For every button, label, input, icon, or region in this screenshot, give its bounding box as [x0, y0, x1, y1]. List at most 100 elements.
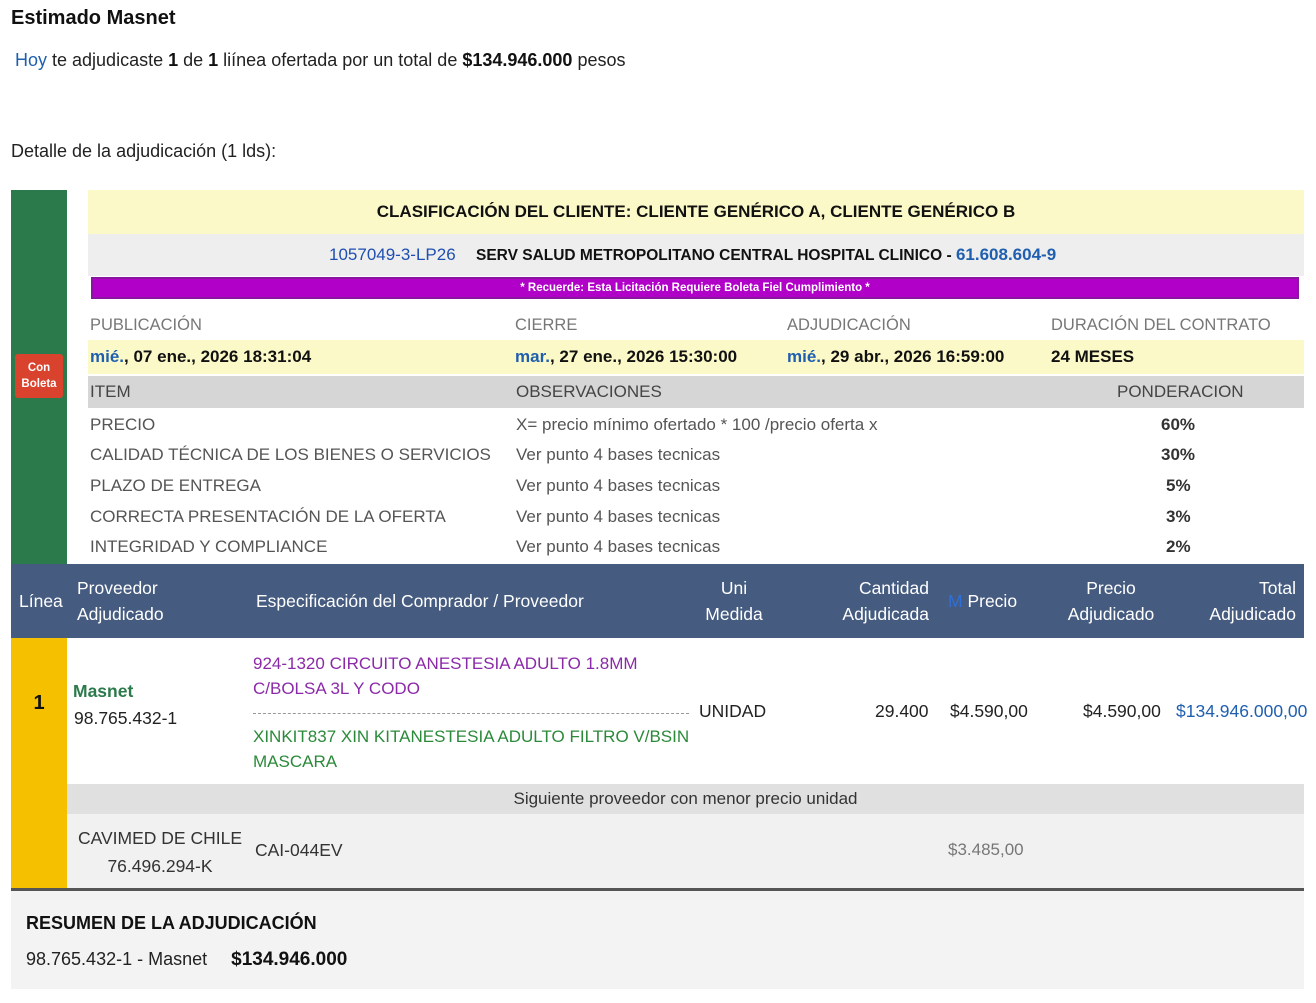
summary-text: liínea ofertada por un total de — [218, 50, 463, 70]
col-cantidad: Cantidad Adjudicada — [831, 575, 929, 627]
buyer-organization: SERV SALUD METROPOLITANO CENTRAL HOSPITA… — [476, 234, 1056, 277]
table-row: Masnet 98.765.432-1 924-1320 CIRCUITO AN… — [67, 638, 1307, 784]
provider-specification: XINKIT837 XIN KITANESTESIA ADULTO FILTRO… — [253, 727, 690, 771]
criteria-item: INTEGRIDAD Y COMPLIANCE — [90, 537, 328, 556]
buyer-specification: 924-1320 CIRCUITO ANESTESIA ADULTO 1.8MM… — [253, 654, 638, 698]
next-provider-header: Siguiente proveedor con menor precio uni… — [67, 784, 1304, 814]
criteria-header: ITEM OBSERVACIONES PONDERACION — [88, 376, 1304, 408]
contract-duration: 24 MESES — [1051, 347, 1135, 366]
award-summary-box: RESUMEN DE LA ADJUDICACIÓN 98.765.432-1 … — [11, 891, 1304, 989]
criteria-pond: 30% — [1161, 445, 1196, 464]
date-publicacion: mié., 07 ene., 2026 18:31:04 — [90, 340, 311, 374]
tender-code-link[interactable]: 1057049-3-LP26 — [329, 234, 456, 276]
criteria-pond: 2% — [1166, 537, 1191, 556]
line-bar — [11, 638, 67, 890]
awarded-total: $134.946.000 — [462, 50, 573, 70]
header-text: Total — [1259, 578, 1296, 598]
currency-marker: M — [948, 591, 963, 611]
weekday: mié. — [90, 347, 125, 366]
boleta-badge: Con Boleta — [15, 354, 63, 398]
separator: - — [942, 247, 956, 264]
label-cierre: CIERRE — [515, 316, 578, 334]
next-provider-rut: 76.496.294-K — [107, 856, 213, 876]
header-text: Adjudicado — [1209, 604, 1296, 624]
col-unidad: Uni Medida — [704, 575, 764, 627]
date-text: , 07 ene., 2026 18:31:04 — [124, 347, 312, 366]
criteria-obs: X= precio mínimo ofertado * 100 /precio … — [516, 415, 878, 434]
badge-text: Con — [27, 362, 51, 374]
header-text: Proveedor — [77, 578, 158, 598]
col-total: Total Adjudicado — [1196, 575, 1296, 627]
date-cierre: mar., 27 ene., 2026 15:30:00 — [515, 340, 737, 374]
label-adjudicacion: ADJUDICACIÓN — [787, 316, 911, 334]
next-provider-row: CAVIMED DE CHILE 76.496.294-K CAI-044EV $… — [67, 814, 1304, 890]
header-text: Adjudicado — [77, 604, 164, 624]
criteria-row: PLAZO DE ENTREGA Ver punto 4 bases tecni… — [88, 471, 1304, 501]
award-card: Con Boleta CLASIFICACIÓN DEL CLIENTE: CLI… — [11, 190, 1307, 890]
summary-provider: 98.765.432-1 - Masnet — [26, 949, 208, 969]
col-especificacion: Especificación del Comprador / Proveedor — [256, 591, 584, 611]
col-proveedor: Proveedor Adjudicado — [77, 575, 164, 627]
award-table-header: Línea Proveedor Adjudicado Especificación… — [11, 564, 1304, 638]
dates-labels: PUBLICACIÓN CIERRE ADJUDICACIÓN DURACIÓN… — [88, 310, 1304, 340]
org-rut: 61.608.604-9 — [955, 245, 1057, 264]
criteria-item: PLAZO DE ENTREGA — [90, 476, 261, 495]
header-text: Precio — [1086, 578, 1136, 598]
date-text: , 27 ene., 2026 15:30:00 — [549, 347, 738, 366]
offered-count: 1 — [208, 50, 219, 70]
today-link[interactable]: Hoy — [15, 50, 47, 70]
criteria-item: CORRECTA PRESENTACIÓN DE LA OFERTA — [90, 507, 446, 526]
badge-text: Boleta — [21, 378, 57, 390]
header-text: Adjudicada — [842, 604, 929, 624]
tender-header: 1057049-3-LP26 SERV SALUD METROPOLITANO … — [88, 234, 1304, 276]
label-duracion: DURACIÓN DEL CONTRATO — [1051, 316, 1271, 334]
award-summary: Hoy te adjudicaste 1 de 1 liínea ofertad… — [15, 50, 625, 71]
label-publicacion: PUBLICACIÓN — [90, 316, 202, 334]
criteria-obs: Ver punto 4 bases tecnicas — [516, 537, 721, 556]
criteria-obs: Ver punto 4 bases tecnicas — [516, 476, 721, 495]
client-classification: CLASIFICACIÓN DEL CLIENTE: CLIENTE GENÉR… — [88, 190, 1304, 234]
next-provider-code: CAI-044EV — [255, 840, 343, 860]
summary-text: de — [178, 50, 209, 70]
criteria-row: INTEGRIDAD Y COMPLIANCE Ver punto 4 base… — [88, 532, 1304, 562]
weekday: mié. — [787, 347, 822, 366]
criteria-pond: 3% — [1166, 507, 1191, 526]
spec-divider — [253, 713, 689, 714]
next-provider-name: CAVIMED DE CHILE 76.496.294-K — [67, 824, 253, 880]
summary-title: RESUMEN DE LA ADJUDICACIÓN — [26, 913, 317, 933]
next-name-text: CAVIMED DE CHILE — [77, 828, 242, 848]
greeting-title: Estimado Masnet — [11, 7, 176, 29]
criteria-obs: Ver punto 4 bases tecnicas — [516, 445, 721, 464]
col-precio: M Precio — [948, 588, 1017, 614]
summary-text: te adjudicaste — [47, 50, 169, 70]
header-text: Uni — [720, 578, 748, 598]
col-precio-adjudicado: Precio Adjudicado — [1061, 575, 1161, 627]
dates-values: mié., 07 ene., 2026 18:31:04 mar., 27 en… — [88, 340, 1304, 374]
date-text: , 29 abr., 2026 16:59:00 — [821, 347, 1005, 366]
provider-name: Masnet — [73, 681, 134, 701]
unit-measure: UNIDAD — [699, 701, 767, 721]
criteria-pond: 60% — [1161, 415, 1196, 434]
summary-line: 98.765.432-1 - Masnet $134.946.000 — [26, 949, 347, 971]
awarded-price: $4.590,00 — [1083, 701, 1161, 721]
header-text: Cantidad — [858, 578, 929, 598]
header-text: Adjudicado — [1067, 604, 1155, 624]
criteria-row: CALIDAD TÉCNICA DE LOS BIENES O SERVICIO… — [88, 440, 1304, 470]
criteria-item-header: ITEM — [90, 382, 131, 401]
status-bar: Con Boleta — [11, 190, 67, 564]
date-adjudicacion: mié., 29 abr., 2026 16:59:00 — [787, 340, 1004, 374]
criteria-row: PRECIO X= precio mínimo ofertado * 100 /… — [88, 410, 1304, 440]
awarded-total-link[interactable]: $134.946.000,00 — [1176, 701, 1307, 722]
summary-text: pesos — [572, 50, 626, 70]
line-number: 1 — [33, 692, 45, 714]
org-name: SERV SALUD METROPOLITANO CENTRAL HOSPITA… — [476, 247, 943, 264]
detail-heading: Detalle de la adjudicación (1 lds): — [11, 141, 277, 161]
header-text: Precio — [967, 591, 1018, 611]
criteria-item: CALIDAD TÉCNICA DE LOS BIENES O SERVICIO… — [90, 445, 491, 464]
criteria-obs: Ver punto 4 bases tecnicas — [516, 507, 721, 526]
header-text: Medida — [705, 604, 763, 624]
weekday: mar. — [515, 347, 550, 366]
col-linea: Línea — [19, 591, 63, 611]
provider-rut: 98.765.432-1 — [74, 708, 178, 728]
summary-amount: $134.946.000 — [231, 949, 348, 970]
